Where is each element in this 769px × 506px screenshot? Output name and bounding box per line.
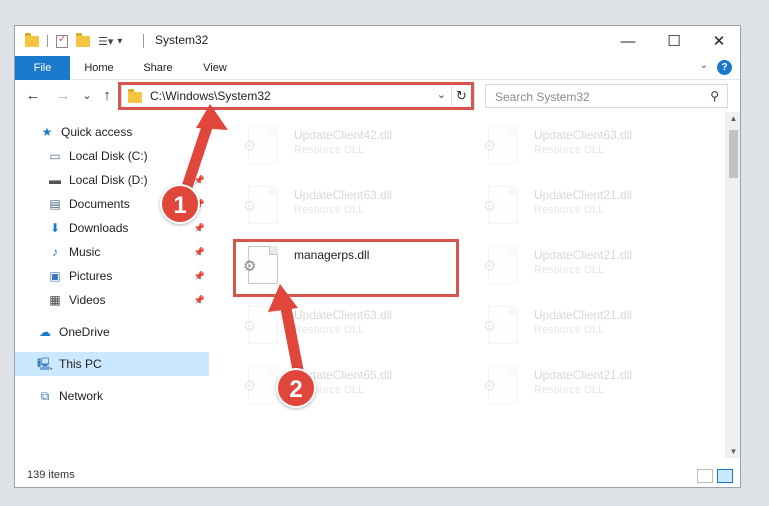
step-1-badge: 1: [160, 184, 200, 224]
annotation-arrows: [180, 104, 304, 376]
arrowhead-file: [268, 284, 298, 312]
arrowhead-address: [196, 104, 228, 130]
step-2-badge: 2: [276, 368, 316, 408]
arrow-to-address: [180, 112, 216, 196]
